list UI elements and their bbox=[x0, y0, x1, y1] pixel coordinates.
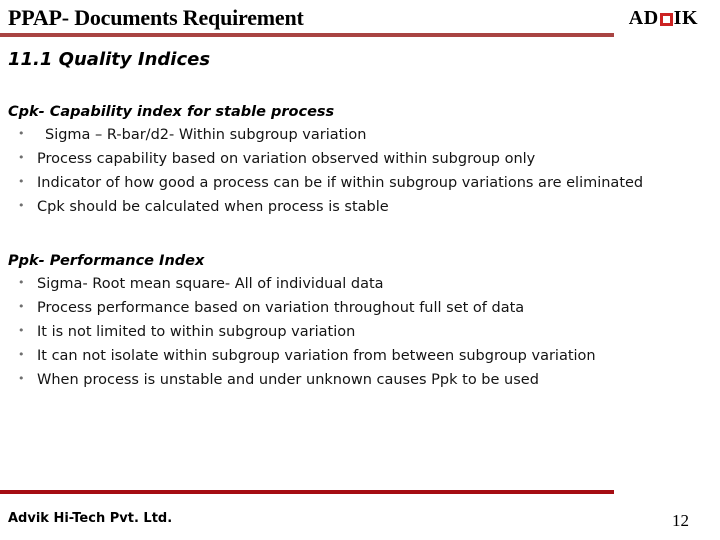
header-divider bbox=[0, 33, 614, 37]
list-item-label: Process performance based on variation t… bbox=[37, 300, 525, 316]
list-item-label: Cpk should be calculated when process is… bbox=[37, 199, 389, 215]
list-item: Sigma- Root mean square- All of individu… bbox=[8, 271, 698, 296]
footer-company: Advik Hi-Tech Pvt. Ltd. bbox=[8, 511, 173, 526]
logo-text-before: AD bbox=[628, 7, 659, 29]
list-item-label: It is not limited to within subgroup var… bbox=[37, 324, 356, 340]
list-item: It can not isolate within subgroup varia… bbox=[8, 343, 698, 368]
list-item: Indicator of how good a process can be i… bbox=[8, 170, 698, 195]
list-item-label: It can not isolate within subgroup varia… bbox=[37, 348, 596, 364]
footer-divider bbox=[0, 490, 614, 494]
list-item: It is not limited to within subgroup var… bbox=[8, 319, 698, 344]
page-number: 12 bbox=[672, 511, 689, 530]
bullet-list-cpk: Sigma – R-bar/d2- Within subgroup variat… bbox=[8, 122, 698, 219]
content-body: Cpk- Capability index for stable process… bbox=[8, 101, 698, 392]
slide: PPAP- Documents Requirement AD IK 11.1 Qu… bbox=[0, 0, 720, 540]
block-title: Cpk- Capability index for stable process bbox=[8, 104, 335, 120]
list-item: Cpk should be calculated when process is… bbox=[8, 194, 698, 219]
list-item: Sigma – R-bar/d2- Within subgroup variat… bbox=[8, 122, 698, 147]
bullet-list-ppk: Sigma- Root mean square- All of individu… bbox=[8, 271, 698, 392]
content-block-ppk: Ppk- Performance Index Sigma- Root mean … bbox=[8, 250, 698, 392]
square-mark-icon bbox=[659, 12, 673, 26]
list-item: Process capability based on variation ob… bbox=[8, 146, 698, 171]
logo-text-after: IK bbox=[673, 7, 698, 29]
block-title: Ppk- Performance Index bbox=[8, 253, 205, 269]
advik-logo: AD IK bbox=[629, 7, 698, 29]
list-item: Process performance based on variation t… bbox=[8, 295, 698, 320]
list-item-label: Sigma- Root mean square- All of individu… bbox=[37, 276, 384, 292]
list-item-label: Process capability based on variation ob… bbox=[37, 151, 536, 167]
list-item: When process is unstable and under unkno… bbox=[8, 367, 698, 392]
page-title: PPAP- Documents Requirement bbox=[8, 5, 304, 30]
list-item-label: Sigma – R-bar/d2- Within subgroup variat… bbox=[45, 127, 367, 143]
content-block-cpk: Cpk- Capability index for stable process… bbox=[8, 101, 698, 219]
list-item-label: Indicator of how good a process can be i… bbox=[37, 175, 644, 191]
list-item-label: When process is unstable and under unkno… bbox=[37, 372, 539, 388]
section-heading: 11.1 Quality Indices bbox=[8, 49, 211, 70]
